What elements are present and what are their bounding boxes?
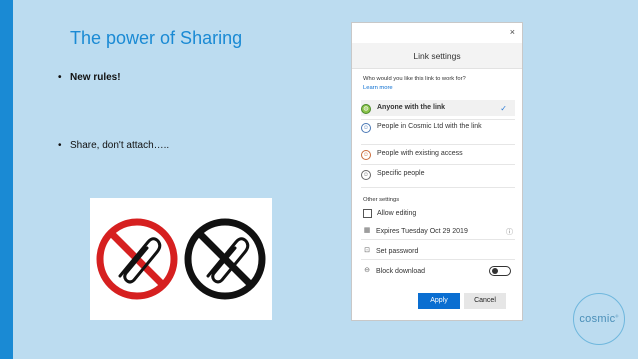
set-password-label: Set password [376, 247, 419, 255]
divider [361, 144, 515, 145]
allow-editing-checkbox[interactable] [363, 209, 372, 218]
block-download-row[interactable]: ⊖ Block download [363, 266, 513, 276]
people-icon: ☺ [361, 123, 371, 133]
no-attachment-image [90, 198, 272, 320]
cancel-button[interactable]: Cancel [464, 293, 506, 309]
no-attachment-red-icon [96, 218, 178, 300]
apply-button[interactable]: Apply [418, 293, 460, 309]
option-cosmic-people[interactable]: ☺ People in Cosmic Ltd with the link [361, 123, 515, 133]
cosmic-logo: cosmic® [573, 293, 625, 345]
bullet-text: New rules! [70, 72, 121, 83]
slide-title: The power of Sharing [70, 28, 243, 48]
globe-icon: ◍ [361, 104, 371, 114]
lock-icon: ⊡ [364, 247, 370, 254]
divider [361, 119, 515, 120]
allow-editing-row[interactable]: Allow editing [363, 209, 513, 218]
option-anyone[interactable]: ◍ Anyone with the link ✓ [361, 100, 515, 116]
divider [361, 187, 515, 188]
option-label: People in Cosmic Ltd with the link [377, 123, 482, 130]
divider [361, 239, 515, 240]
logo-text: cosmic® [574, 313, 624, 325]
block-download-toggle[interactable] [489, 266, 511, 276]
logo-wordmark: cosmic [579, 313, 616, 325]
option-specific-people[interactable]: ☺ Specific people [361, 170, 515, 180]
close-icon[interactable]: × [510, 27, 515, 37]
bullet-marker: • [58, 72, 62, 83]
block-icon: ⊖ [364, 267, 370, 274]
expires-row[interactable]: ▦ Expires Tuesday Oct 29 2019 ⓘ [363, 227, 513, 237]
no-attachment-black-icon [184, 218, 266, 300]
accent-bar [0, 0, 13, 359]
dialog-title: Link settings [352, 43, 522, 69]
person-icon: ☺ [361, 170, 371, 180]
checkmark-icon: ✓ [500, 104, 507, 113]
option-label: People with existing access [377, 150, 463, 157]
allow-editing-label: Allow editing [377, 210, 417, 217]
option-label: Anyone with the link [377, 104, 446, 111]
people-access-icon: ☺ [361, 150, 371, 160]
divider [361, 259, 515, 260]
info-icon[interactable]: ⓘ [506, 227, 513, 237]
option-existing-access[interactable]: ☺ People with existing access [361, 150, 515, 160]
divider [361, 164, 515, 165]
expires-label: Expires Tuesday Oct 29 2019 [376, 227, 468, 235]
bullet-share: • Share, don't attach….. [58, 140, 169, 151]
toggle-knob [492, 268, 498, 274]
other-settings-label: Other settings [363, 197, 400, 203]
option-label: Specific people [377, 170, 425, 177]
link-question: Who would you like this link to work for… [363, 76, 466, 82]
bullet-text: Share, don't attach….. [70, 140, 170, 151]
learn-more-link[interactable]: Learn more [363, 85, 393, 91]
registered-mark: ® [615, 313, 619, 319]
link-settings-dialog: × Link settings Who would you like this … [351, 22, 523, 321]
bullet-new-rules: • New rules! [58, 72, 121, 83]
bullet-marker: • [58, 140, 62, 151]
set-password-row[interactable]: ⊡ Set password [363, 247, 513, 255]
block-download-label: Block download [376, 267, 426, 275]
calendar-icon: ▦ [363, 227, 371, 234]
